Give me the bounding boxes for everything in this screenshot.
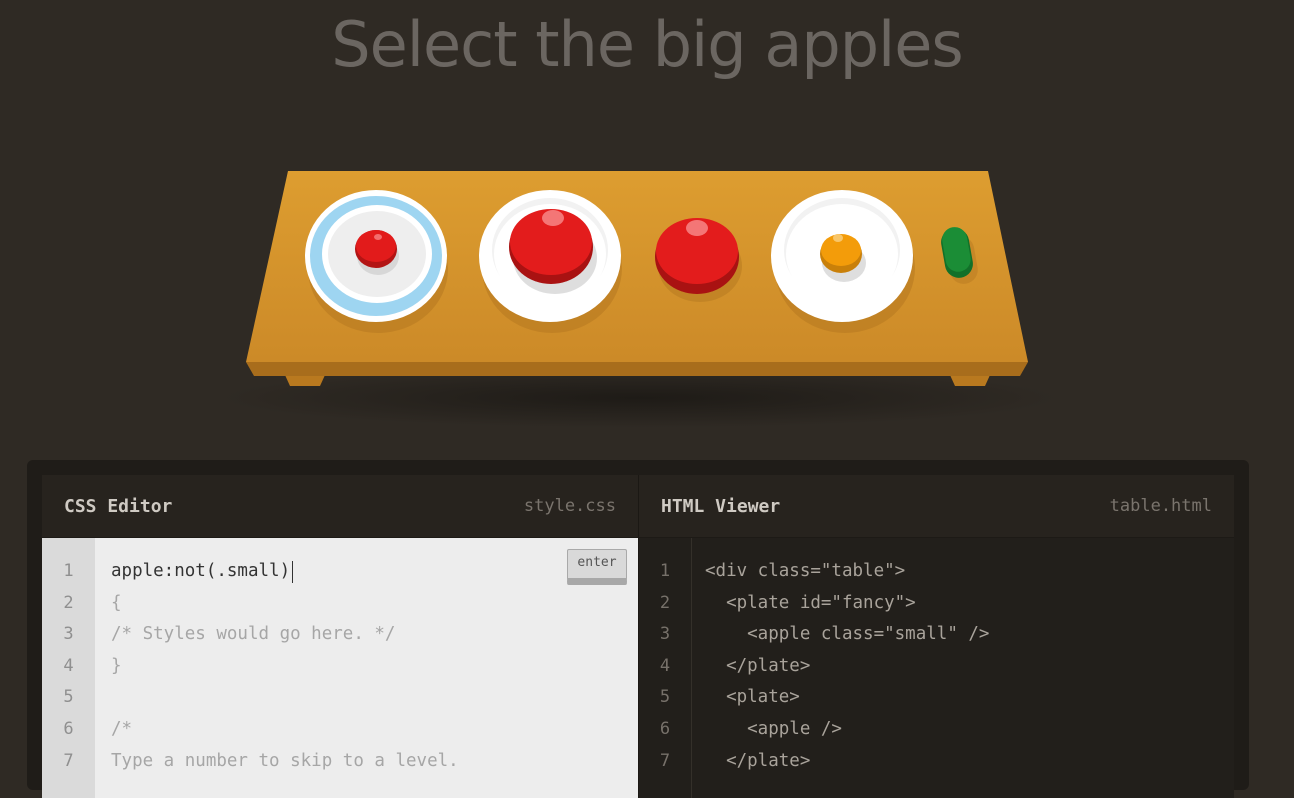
markup-line[interactable]: <apple /> bbox=[705, 714, 1234, 746]
css-code: apple:not(.small) { /* Styles would go h… bbox=[111, 556, 638, 777]
line-number: 5 bbox=[659, 687, 671, 708]
css-line-numbers: 1 2 3 4 5 6 7 bbox=[42, 538, 95, 798]
enter-button[interactable]: enter bbox=[567, 549, 627, 585]
line-number: 2 bbox=[63, 592, 74, 613]
html-viewer-body: 1 2 3 4 5 6 7 <div class="table"> <plate… bbox=[638, 538, 1234, 798]
css-selector-value: apple:not(.small) bbox=[111, 561, 291, 581]
html-line-numbers: 1 2 3 4 5 6 7 bbox=[639, 538, 692, 798]
line-number: 5 bbox=[63, 687, 74, 708]
html-filename: table.html bbox=[1109, 496, 1212, 516]
line-number: 2 bbox=[659, 592, 671, 613]
table-leg-left bbox=[285, 375, 325, 386]
line-number: 6 bbox=[63, 718, 74, 739]
css-editor-body: 1 2 3 4 5 6 7 apple:not(.small) { /* Sty… bbox=[42, 538, 638, 798]
code-line: /* Styles would go here. */ bbox=[111, 624, 396, 645]
line-number: 1 bbox=[659, 561, 671, 581]
markup-line[interactable]: </plate> bbox=[705, 746, 1234, 778]
code-line: /* bbox=[111, 718, 133, 739]
line-number: 4 bbox=[63, 655, 74, 676]
line-number: 3 bbox=[63, 624, 74, 645]
markup-line[interactable]: <apple class="small" /> bbox=[705, 619, 1234, 651]
table-front-edge bbox=[246, 362, 1028, 376]
line-number: 1 bbox=[63, 561, 74, 581]
css-editor-pane: CSS Editor style.css 1 2 3 4 5 6 7 apple… bbox=[42, 475, 638, 798]
table-leg-right bbox=[950, 375, 990, 386]
line-number: 7 bbox=[63, 750, 74, 771]
level-instruction-title: Select the big apples bbox=[331, 8, 963, 81]
line-number: 7 bbox=[659, 750, 671, 771]
code-line: } bbox=[111, 655, 122, 676]
markup-line[interactable]: <plate id="fancy"> bbox=[705, 588, 1234, 620]
line-number: 4 bbox=[659, 655, 671, 676]
table-scene bbox=[0, 150, 1294, 440]
markup-line[interactable]: <div class="table"> bbox=[705, 556, 1234, 588]
css-editor-title: CSS Editor bbox=[64, 495, 173, 517]
text-caret bbox=[292, 560, 294, 583]
table-illustration bbox=[220, 171, 1060, 428]
html-viewer-title: HTML Viewer bbox=[661, 495, 781, 517]
html-viewer-pane: HTML Viewer table.html 1 2 3 4 5 6 7 <di… bbox=[638, 475, 1234, 798]
css-editor-header: CSS Editor style.css bbox=[42, 475, 638, 538]
html-code: <div class="table"> <plate id="fancy"> <… bbox=[705, 556, 1234, 777]
markup-line[interactable]: </plate> bbox=[705, 651, 1234, 683]
line-number: 6 bbox=[659, 718, 671, 739]
editor-area: CSS Editor style.css 1 2 3 4 5 6 7 apple… bbox=[27, 460, 1249, 798]
html-viewer-header: HTML Viewer table.html bbox=[638, 475, 1234, 538]
code-line: Type a number to skip to a level. bbox=[111, 750, 459, 771]
css-selector-input[interactable]: apple:not(.small) bbox=[111, 556, 638, 588]
css-filename: style.css bbox=[523, 496, 616, 516]
code-line: { bbox=[111, 592, 122, 613]
line-number: 3 bbox=[659, 624, 671, 645]
markup-line[interactable]: <plate> bbox=[705, 682, 1234, 714]
